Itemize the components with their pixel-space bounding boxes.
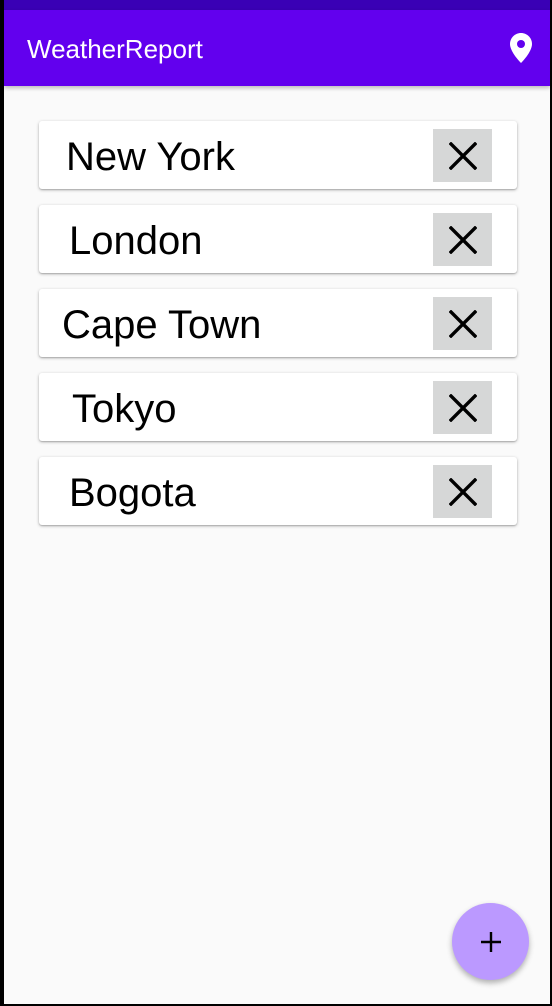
add-city-button[interactable]	[452, 903, 529, 980]
city-card[interactable]: London	[39, 205, 517, 273]
city-name: Bogota	[69, 471, 196, 515]
remove-city-button[interactable]	[433, 465, 492, 518]
remove-city-button[interactable]	[433, 381, 492, 434]
location-button[interactable]	[506, 32, 536, 64]
remove-city-button[interactable]	[433, 129, 492, 182]
city-card[interactable]: New York	[39, 121, 517, 189]
close-icon	[448, 477, 477, 506]
close-icon	[448, 225, 477, 254]
city-card[interactable]: Bogota	[39, 457, 517, 525]
city-card[interactable]: Tokyo	[39, 373, 517, 441]
close-icon	[448, 309, 477, 338]
remove-city-button[interactable]	[433, 213, 492, 266]
city-name: New York	[66, 135, 235, 179]
city-list: New York London Cape Town Tokyo Bogota	[39, 121, 517, 541]
location-pin-icon	[510, 33, 532, 63]
app-screen: WeatherReport New York London Cape Town …	[4, 0, 550, 1004]
app-bar: WeatherReport	[4, 10, 550, 86]
city-name: London	[69, 219, 203, 263]
app-title: WeatherReport	[27, 34, 203, 64]
remove-city-button[interactable]	[433, 297, 492, 350]
city-name: Tokyo	[72, 387, 177, 431]
city-card[interactable]: Cape Town	[39, 289, 517, 357]
close-icon	[448, 141, 477, 170]
city-name: Cape Town	[62, 303, 262, 347]
status-bar	[4, 0, 550, 10]
plus-icon	[480, 931, 501, 952]
close-icon	[448, 393, 477, 422]
